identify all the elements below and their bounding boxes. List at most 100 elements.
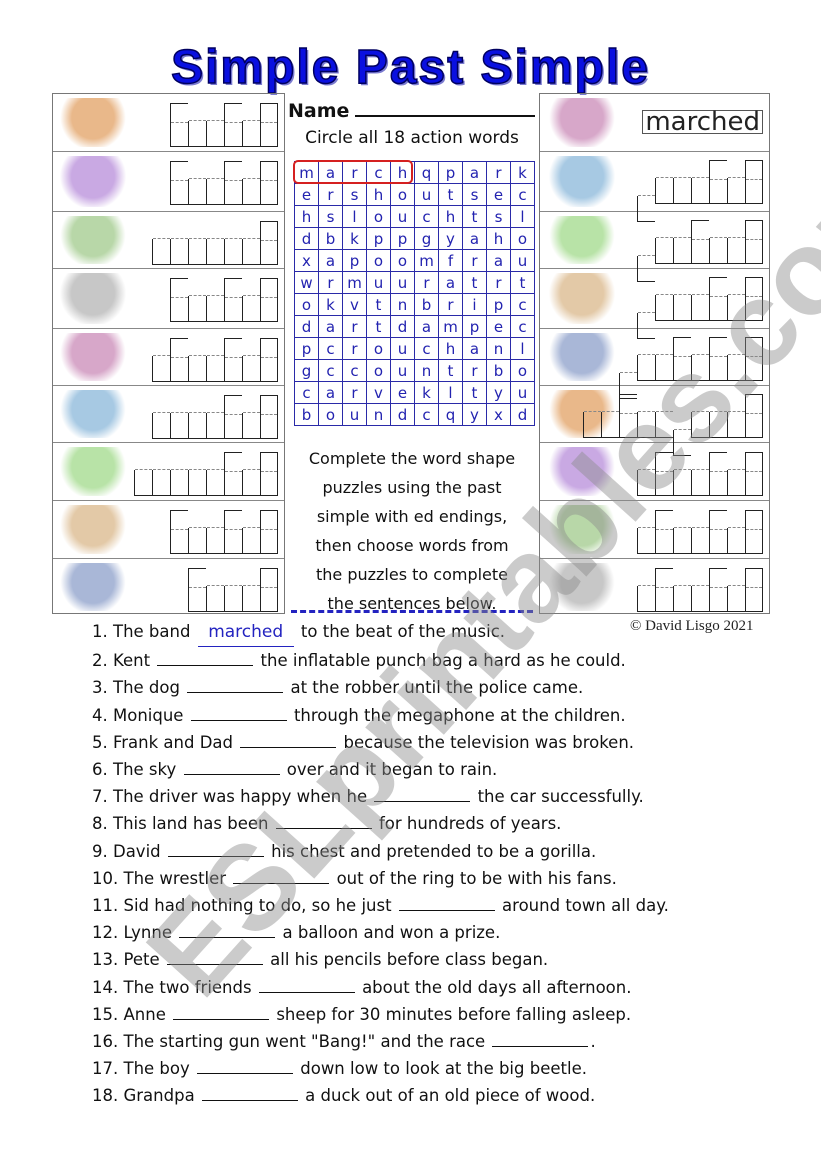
letter-box[interactable] xyxy=(224,452,242,496)
grid-letter[interactable]: a xyxy=(318,381,343,404)
grid-letter[interactable]: r xyxy=(462,359,487,382)
letter-box[interactable] xyxy=(691,220,709,264)
answer-blank[interactable] xyxy=(187,678,284,694)
grid-letter[interactable]: b xyxy=(486,359,511,382)
answer-blank[interactable] xyxy=(183,760,280,776)
grid-letter[interactable]: e xyxy=(390,381,415,404)
letter-box[interactable] xyxy=(727,294,745,321)
letter-box[interactable] xyxy=(709,510,727,554)
letter-box[interactable] xyxy=(727,411,745,438)
letter-box[interactable] xyxy=(152,238,170,265)
letter-box[interactable] xyxy=(170,161,188,205)
grid-letter[interactable]: t xyxy=(366,315,391,338)
letter-box[interactable] xyxy=(188,295,206,322)
grid-letter[interactable]: q xyxy=(438,403,463,426)
grid-letter[interactable]: y xyxy=(486,381,511,404)
letter-box[interactable] xyxy=(745,277,763,321)
answer-blank[interactable] xyxy=(275,814,372,830)
grid-letter[interactable]: n xyxy=(414,359,439,382)
grid-letter[interactable]: w xyxy=(294,271,319,294)
letter-box[interactable] xyxy=(170,238,188,265)
letter-box[interactable] xyxy=(242,412,260,439)
grid-letter[interactable]: p xyxy=(438,161,463,184)
grid-letter[interactable]: e xyxy=(486,315,511,338)
grid-letter[interactable]: t xyxy=(510,271,535,294)
grid-letter[interactable]: s xyxy=(318,205,343,228)
word-shape-boxes[interactable] xyxy=(170,510,278,554)
grid-letter[interactable]: v xyxy=(366,381,391,404)
letter-box[interactable] xyxy=(655,510,673,554)
grid-letter[interactable]: o xyxy=(366,337,391,360)
letter-box[interactable] xyxy=(224,278,242,322)
letter-box[interactable] xyxy=(655,237,673,264)
grid-letter[interactable]: a xyxy=(462,337,487,360)
grid-letter[interactable]: l xyxy=(510,337,535,360)
grid-letter[interactable]: c xyxy=(510,183,535,206)
letter-box[interactable] xyxy=(188,355,206,382)
letter-box[interactable] xyxy=(673,527,691,554)
name-input-line[interactable] xyxy=(355,99,535,117)
word-shape-boxes[interactable] xyxy=(134,452,278,496)
letter-box[interactable] xyxy=(637,585,655,612)
grid-letter[interactable]: r xyxy=(342,381,367,404)
letter-box[interactable] xyxy=(745,220,763,264)
letter-box[interactable] xyxy=(206,527,224,554)
word-shape-boxes[interactable] xyxy=(637,277,763,339)
letter-box[interactable] xyxy=(655,294,673,321)
grid-letter[interactable]: u xyxy=(366,271,391,294)
grid-letter[interactable]: t xyxy=(462,205,487,228)
letter-box[interactable] xyxy=(188,412,206,439)
letter-box[interactable] xyxy=(206,585,224,612)
letter-box[interactable] xyxy=(745,337,763,381)
letter-box[interactable] xyxy=(637,354,655,381)
answer-blank[interactable] xyxy=(398,896,495,912)
grid-letter[interactable]: o xyxy=(390,249,415,272)
grid-letter[interactable]: r xyxy=(486,161,511,184)
word-shape-boxes[interactable] xyxy=(170,278,278,322)
letter-box[interactable] xyxy=(170,412,188,439)
grid-letter[interactable]: o xyxy=(510,359,535,382)
grid-letter[interactable]: v xyxy=(342,293,367,316)
letter-box[interactable] xyxy=(242,469,260,496)
letter-box[interactable] xyxy=(206,238,224,265)
letter-box[interactable] xyxy=(619,394,637,438)
letter-box[interactable] xyxy=(152,469,170,496)
grid-letter[interactable]: o xyxy=(510,227,535,250)
letter-box[interactable] xyxy=(134,469,152,496)
letter-box[interactable] xyxy=(601,411,619,438)
answer-blank[interactable] xyxy=(258,978,355,993)
letter-box[interactable] xyxy=(673,237,691,264)
grid-letter[interactable]: e xyxy=(486,183,511,206)
grid-letter[interactable]: a xyxy=(414,315,439,338)
grid-letter[interactable]: l xyxy=(342,205,367,228)
letter-box[interactable] xyxy=(691,411,709,438)
grid-letter[interactable]: r xyxy=(342,315,367,338)
letter-box[interactable] xyxy=(224,510,242,554)
letter-box[interactable] xyxy=(727,237,745,264)
grid-letter[interactable]: h xyxy=(438,337,463,360)
word-shape-boxes[interactable] xyxy=(637,220,763,282)
letter-box[interactable] xyxy=(583,411,601,438)
grid-letter[interactable]: r xyxy=(462,249,487,272)
grid-letter[interactable]: d xyxy=(294,227,319,250)
letter-box[interactable] xyxy=(224,338,242,382)
letter-box[interactable] xyxy=(260,568,278,612)
letter-box[interactable] xyxy=(260,395,278,439)
grid-letter[interactable]: g xyxy=(294,359,319,382)
word-shape-boxes[interactable] xyxy=(152,338,278,382)
grid-letter[interactable]: o xyxy=(366,249,391,272)
letter-box[interactable] xyxy=(673,177,691,204)
letter-box[interactable] xyxy=(691,527,709,554)
letter-box[interactable] xyxy=(206,178,224,205)
grid-letter[interactable]: o xyxy=(294,293,319,316)
word-shape-boxes[interactable] xyxy=(152,221,278,265)
answer-blank[interactable] xyxy=(197,1059,293,1075)
word-shape-boxes[interactable] xyxy=(152,395,278,439)
grid-letter[interactable]: b xyxy=(318,227,343,250)
answer-blank[interactable] xyxy=(167,842,264,857)
letter-box[interactable] xyxy=(170,278,188,322)
answer-blank[interactable] xyxy=(157,651,254,667)
letter-box[interactable] xyxy=(242,355,260,382)
grid-letter[interactable]: c xyxy=(414,205,439,228)
grid-letter[interactable]: s xyxy=(342,183,367,206)
